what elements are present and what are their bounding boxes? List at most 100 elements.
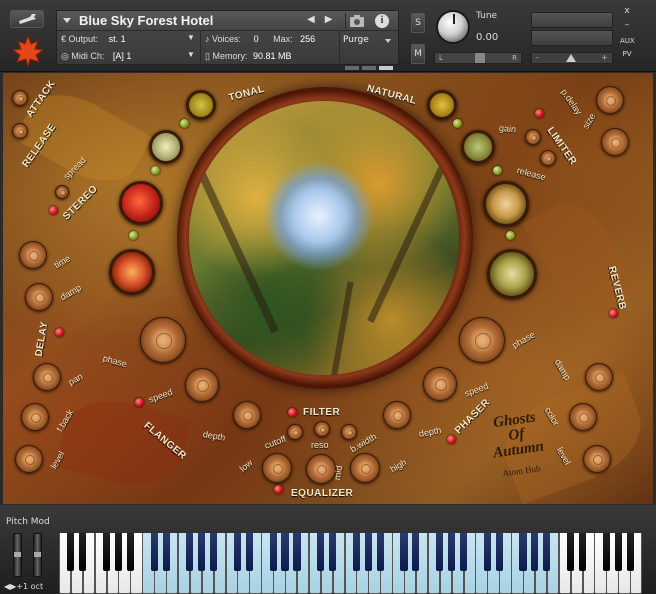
phase-delay-knob[interactable] xyxy=(140,317,186,363)
pv-button[interactable]: PV xyxy=(620,50,634,58)
tonal-knob[interactable] xyxy=(186,90,216,120)
black-key[interactable] xyxy=(519,533,527,571)
fback-knob[interactable] xyxy=(21,403,49,431)
black-key[interactable] xyxy=(483,533,491,571)
instrument-title[interactable]: Blue Sky Forest Hotel xyxy=(79,13,213,28)
black-key[interactable] xyxy=(459,533,468,571)
level-left-knob[interactable] xyxy=(15,445,43,473)
black-key[interactable] xyxy=(602,533,610,571)
time-knob[interactable] xyxy=(19,241,47,269)
black-key[interactable] xyxy=(126,533,134,571)
black-key[interactable] xyxy=(162,533,170,571)
bwidth-knob[interactable] xyxy=(341,424,357,440)
hazelnut-led[interactable] xyxy=(506,231,515,240)
tonal-knob-2[interactable] xyxy=(149,130,183,164)
hazelnut-knob[interactable] xyxy=(483,181,529,227)
output-row[interactable]: € Output: st. 1 xyxy=(61,34,126,44)
high-knob[interactable] xyxy=(350,453,380,483)
dropdown-arrow-icon[interactable] xyxy=(63,18,71,23)
limiter-led[interactable] xyxy=(535,109,544,118)
next-arrow-icon[interactable]: ▶ xyxy=(325,14,333,25)
phase-reverb-knob[interactable] xyxy=(459,317,505,363)
pdelay-knob[interactable] xyxy=(596,86,624,114)
black-key[interactable] xyxy=(79,533,87,571)
reso-knob[interactable] xyxy=(314,421,330,437)
flanger-led[interactable] xyxy=(135,398,144,407)
tonal-led-2[interactable] xyxy=(151,166,160,175)
release-limiter-knob[interactable] xyxy=(540,150,556,166)
low-knob[interactable] xyxy=(262,453,292,483)
pan-knob[interactable] xyxy=(33,363,61,391)
color-knob[interactable] xyxy=(569,403,597,431)
purge-menu[interactable]: Purge xyxy=(343,35,395,49)
black-key[interactable] xyxy=(448,533,456,571)
black-key[interactable] xyxy=(269,533,277,571)
black-key[interactable] xyxy=(245,533,253,571)
black-key[interactable] xyxy=(436,533,444,571)
black-key[interactable] xyxy=(103,533,111,571)
black-key[interactable] xyxy=(186,533,194,571)
black-key[interactable] xyxy=(626,533,634,571)
black-key[interactable] xyxy=(578,533,587,571)
pan-handle[interactable] xyxy=(475,53,485,63)
stereo-led[interactable] xyxy=(49,206,58,215)
equalizer-led[interactable] xyxy=(274,485,283,494)
delay-led[interactable] xyxy=(55,328,64,337)
natural-knob[interactable] xyxy=(427,90,457,120)
black-key[interactable] xyxy=(233,533,242,571)
piano-keyboard[interactable] xyxy=(59,533,643,594)
aux-button[interactable]: AUX xyxy=(620,37,635,45)
black-key[interactable] xyxy=(293,533,301,571)
melon-knob[interactable] xyxy=(487,249,537,299)
minimize-button[interactable]: – xyxy=(620,20,634,30)
volume-slider[interactable]: - + xyxy=(531,52,613,64)
natural-led-2[interactable] xyxy=(493,166,502,175)
black-key[interactable] xyxy=(198,533,206,571)
close-button[interactable]: x xyxy=(620,6,634,16)
mute-button[interactable]: M xyxy=(411,44,425,64)
fig-knob[interactable] xyxy=(109,249,155,295)
depth-phaser-knob[interactable] xyxy=(383,401,411,429)
rosehip-knob[interactable] xyxy=(119,181,163,225)
black-key[interactable] xyxy=(364,533,372,571)
pitch-wheel[interactable] xyxy=(13,533,22,577)
black-key[interactable] xyxy=(412,533,420,571)
black-key[interactable] xyxy=(150,533,158,571)
midi-dropdown-icon[interactable]: ▼ xyxy=(187,50,195,59)
gain-knob[interactable] xyxy=(525,129,541,145)
size-knob[interactable] xyxy=(601,128,629,156)
pan-slider[interactable]: L R xyxy=(434,52,522,64)
natural-knob-2[interactable] xyxy=(461,130,495,164)
phaser-led[interactable] xyxy=(447,435,456,444)
filter-led[interactable] xyxy=(288,408,297,417)
black-key[interactable] xyxy=(400,533,408,571)
release-knob[interactable] xyxy=(12,123,28,139)
camera-icon[interactable] xyxy=(345,13,367,29)
black-key[interactable] xyxy=(614,533,622,571)
black-key[interactable] xyxy=(114,533,123,571)
prev-arrow-icon[interactable]: ◀ xyxy=(307,14,315,25)
black-key[interactable] xyxy=(352,533,360,571)
speed-flanger-knob[interactable] xyxy=(185,368,219,402)
depth-flanger-knob[interactable] xyxy=(233,401,261,429)
attack-knob[interactable] xyxy=(12,90,28,106)
octave-shift[interactable]: ◀▶+1 oct xyxy=(4,582,43,591)
black-key[interactable] xyxy=(543,533,551,571)
midi-row[interactable]: ◎ Midi Ch: [A] 1 xyxy=(61,51,131,62)
mid-knob[interactable] xyxy=(306,454,336,484)
damp-reverb-knob[interactable] xyxy=(585,363,613,391)
solo-button[interactable]: S xyxy=(411,13,425,33)
natural-led[interactable] xyxy=(453,119,462,128)
damp-delay-knob[interactable] xyxy=(25,283,53,311)
tune-knob[interactable] xyxy=(436,10,470,44)
black-key[interactable] xyxy=(531,533,539,571)
volume-handle[interactable] xyxy=(566,54,576,62)
fig-led[interactable] xyxy=(129,231,138,240)
black-key[interactable] xyxy=(67,533,75,571)
black-key[interactable] xyxy=(376,533,384,571)
black-key[interactable] xyxy=(210,533,218,571)
level-right-knob[interactable] xyxy=(583,445,611,473)
wrench-icon[interactable] xyxy=(10,10,44,28)
black-key[interactable] xyxy=(567,533,575,571)
black-key[interactable] xyxy=(317,533,325,571)
